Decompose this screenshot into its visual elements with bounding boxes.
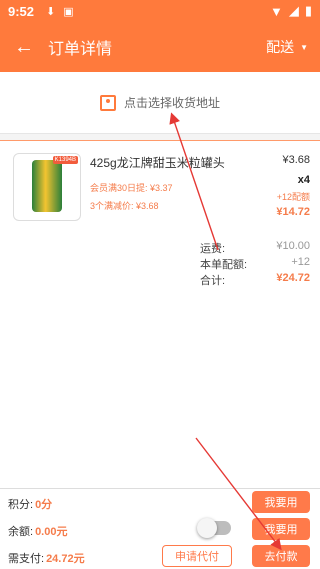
battery-icon: ▮ — [304, 3, 312, 18]
total-value: ¥24.72 — [276, 272, 310, 284]
product-image: K1394B — [13, 153, 81, 221]
quantity: x4 — [297, 174, 310, 186]
shipping-value: ¥10.00 — [276, 240, 310, 252]
member-promo: 会员满30日提: ¥3.37 — [90, 183, 173, 193]
quota-extra: +12配额 — [276, 192, 310, 202]
shipping-label: 运费: — [200, 243, 226, 255]
balance-toggle[interactable] — [197, 518, 231, 538]
a-badge-icon: ▣ — [63, 5, 74, 18]
product-name: 425g龙江牌甜玉米粒罐头 — [90, 156, 225, 170]
points-value: 0分 — [35, 499, 53, 511]
balance-label: 余额: — [8, 526, 34, 538]
unit-price: ¥3.68 — [282, 154, 310, 166]
points-label: 积分: — [8, 499, 34, 511]
request-proxy-pay-button[interactable]: 申请代付 — [162, 545, 232, 567]
quota-row: 本单配额: +12 — [200, 256, 310, 272]
product-row[interactable]: K1394B 425g龙江牌甜玉米粒罐头 会员满30日提: ¥3.37 3个满减… — [0, 140, 320, 228]
delivery-label: 配送 — [266, 39, 295, 55]
quota-label: 本单配额: — [200, 259, 248, 271]
signal-icon: ◢ — [288, 3, 299, 18]
use-points-button[interactable]: 我要用 — [252, 491, 310, 513]
delivery-dropdown[interactable]: 配送 ▼ — [266, 37, 308, 57]
back-arrow-icon[interactable]: ← — [0, 36, 48, 59]
go-pay-button[interactable]: 去付款 — [252, 545, 310, 567]
status-time: 9:52 — [8, 3, 35, 19]
product-badge: K1394B — [52, 156, 78, 164]
total-row: 合计: ¥24.72 — [200, 272, 310, 288]
contact-icon — [99, 94, 116, 111]
payment-panel: 积分: 0分 我要用 余额: 0.00元 我要用 需支付: 24.72元 申请代付 去… — [0, 488, 320, 569]
pay-row: 需支付: 24.72元 — [8, 550, 85, 566]
total-label: 合计: — [200, 275, 226, 287]
order-summary: 运费: ¥10.00 本单配额: +12 合计: ¥24.72 — [0, 228, 320, 488]
can-graphic — [32, 160, 62, 212]
app-bar: ← 订单详情 配送 ▼ — [0, 22, 320, 72]
pay-value: 24.72元 — [46, 553, 85, 565]
quota-value: +12 — [291, 256, 310, 268]
page-title: 订单详情 — [48, 41, 113, 58]
address-selector[interactable]: 点击选择收货地址 — [0, 72, 320, 134]
status-bar: 9:52 ⬇ ▣ ▼ ◢ ▮ — [0, 0, 320, 22]
balance-row: 余额: 0.00元 — [8, 523, 67, 539]
download-icon: ⬇ — [46, 5, 56, 18]
pay-label: 需支付: — [8, 553, 45, 565]
wifi-icon: ▼ — [269, 3, 283, 19]
address-prompt: 点击选择收货地址 — [123, 96, 220, 110]
caret-down-icon: ▼ — [300, 42, 308, 52]
status-right: ▼ ◢ ▮ — [270, 3, 312, 19]
line-subtotal: ¥14.72 — [276, 206, 310, 218]
points-row: 积分: 0分 — [8, 496, 52, 512]
discount-promo: 3个满减价: ¥3.68 — [90, 201, 159, 211]
balance-value: 0.00元 — [35, 526, 68, 538]
shipping-row: 运费: ¥10.00 — [200, 240, 310, 256]
use-balance-button[interactable]: 我要用 — [252, 518, 310, 540]
